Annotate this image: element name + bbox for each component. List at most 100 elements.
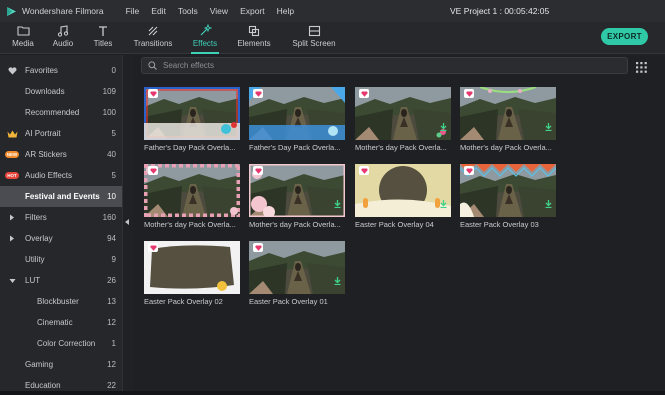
- menu-export[interactable]: Export: [240, 6, 265, 16]
- sidebar-collapse-handle[interactable]: [122, 55, 134, 395]
- sidebar-item-label: LUT: [25, 276, 41, 285]
- sidebar-item-label: Utility: [25, 255, 45, 264]
- expand-arrow-icon[interactable]: [5, 213, 19, 223]
- sidebar-item-ai-portrait[interactable]: AI Portrait 5: [0, 123, 122, 144]
- download-icon[interactable]: [334, 272, 341, 290]
- sidebar-item-label: Festival and Events: [25, 192, 100, 201]
- sidebar-item-downloads[interactable]: Downloads 109: [0, 81, 122, 102]
- effect-thumbnail[interactable]: Mother's day Pack Overla...: [355, 87, 451, 154]
- download-icon[interactable]: [440, 195, 447, 213]
- sidebar-item-count: 100: [102, 108, 116, 117]
- sparkle-wand-icon: [199, 24, 212, 37]
- sidebar-item-label: AI Portrait: [25, 129, 61, 138]
- sidebar-item-audio-effects[interactable]: HOT Audio Effects 5: [0, 165, 122, 186]
- premium-gem-icon: [253, 243, 263, 252]
- tab-transitions[interactable]: Transitions: [130, 24, 176, 52]
- effect-preview-image: [249, 87, 345, 140]
- sidebar-item-blockbuster[interactable]: Blockbuster 13: [0, 291, 122, 312]
- tab-elements[interactable]: Elements: [236, 24, 272, 52]
- effect-preview-image: [144, 241, 240, 294]
- sidebar-item-label: Cinematic: [37, 318, 73, 327]
- music-note-icon: [57, 24, 69, 37]
- effect-preview-image: [249, 241, 345, 294]
- expand-arrow-icon[interactable]: [5, 234, 19, 244]
- sidebar-item-overlay[interactable]: Overlay 94: [0, 228, 122, 249]
- search-box: [141, 57, 628, 74]
- tab-split-screen[interactable]: Split Screen: [290, 24, 338, 52]
- effect-preview-image: [460, 87, 556, 140]
- sidebar-item-count: 13: [107, 297, 116, 306]
- title-bar: Wondershare Filmora File Edit Tools View…: [0, 0, 665, 22]
- effect-preview-image: [355, 87, 451, 140]
- sidebar-item-count: 109: [102, 87, 116, 96]
- download-icon[interactable]: [334, 195, 341, 213]
- sidebar-item-cinematic[interactable]: Cinematic 12: [0, 312, 122, 333]
- folder-icon: [16, 24, 30, 37]
- effect-thumbnail[interactable]: Easter Pack Overlay 04: [355, 164, 451, 231]
- sidebar-item-label: Color Correction: [37, 339, 96, 348]
- tab-media[interactable]: Media: [8, 24, 38, 52]
- sidebar-item-gaming[interactable]: Gaming 12: [0, 354, 122, 375]
- sidebar-item-count: 9: [111, 255, 116, 264]
- hot-badge: HOT: [5, 172, 19, 179]
- sidebar-item-count: 1: [111, 339, 116, 348]
- sidebar-item-count: 12: [107, 318, 116, 327]
- menu-view[interactable]: View: [210, 6, 228, 16]
- effect-thumbnail[interactable]: Mother's day Pack Overla...: [249, 164, 345, 231]
- download-icon[interactable]: [545, 195, 552, 213]
- sidebar-item-favorites[interactable]: Favorites 0: [0, 60, 122, 81]
- effect-thumbnail[interactable]: Easter Pack Overlay 03: [460, 164, 556, 231]
- download-icon[interactable]: [545, 118, 552, 136]
- premium-gem-icon: [359, 166, 369, 175]
- menu-edit[interactable]: Edit: [151, 6, 166, 16]
- menu-file[interactable]: File: [126, 6, 140, 16]
- collapse-left-icon[interactable]: [125, 219, 129, 225]
- premium-gem-icon: [464, 89, 474, 98]
- search-input[interactable]: [163, 61, 603, 70]
- export-button[interactable]: EXPORT: [601, 28, 648, 45]
- tab-audio[interactable]: Audio: [49, 24, 77, 52]
- sidebar-item-utility[interactable]: Utility 9: [0, 249, 122, 270]
- sidebar-item-ar-stickers[interactable]: NEW AR Stickers 40: [0, 144, 122, 165]
- sidebar-item-label: Gaming: [25, 360, 54, 369]
- effect-thumbnail[interactable]: Mother's day Pack Overla...: [460, 87, 556, 154]
- sidebar-item-count: 40: [107, 150, 116, 159]
- sidebar-item-lut[interactable]: LUT 26: [0, 270, 122, 291]
- effect-thumbnail[interactable]: Easter Pack Overlay 01: [249, 241, 345, 308]
- tab-label: Titles: [93, 39, 113, 48]
- menu-help[interactable]: Help: [277, 6, 294, 16]
- effect-caption: Easter Pack Overlay 02: [144, 297, 223, 306]
- effect-thumbnail[interactable]: Father's Day Pack Overla...: [249, 87, 345, 154]
- sidebar-item-label: Favorites: [25, 66, 58, 75]
- grid-view-icon[interactable]: [636, 60, 647, 78]
- menu-tools[interactable]: Tools: [178, 6, 198, 16]
- tab-label: Transitions: [133, 39, 173, 48]
- premium-gem-icon: [148, 166, 158, 175]
- tab-titles[interactable]: Titles: [90, 24, 116, 52]
- crown-icon: [5, 129, 19, 139]
- sidebar-item-festival-and-events[interactable]: Festival and Events 10: [0, 186, 122, 207]
- sidebar-item-count: 22: [107, 381, 116, 390]
- premium-gem-icon: [148, 243, 158, 252]
- transition-icon: [147, 24, 159, 37]
- sidebar-item-label: Education: [25, 381, 61, 390]
- effect-thumbnail[interactable]: Father's Day Pack Overla...: [144, 87, 240, 154]
- text-t-icon: [97, 24, 109, 37]
- effect-preview-image: [249, 164, 345, 217]
- sidebar-item-label: Overlay: [25, 234, 53, 243]
- sidebar-item-recommended[interactable]: Recommended 100: [0, 102, 122, 123]
- collapse-arrow-icon[interactable]: [5, 276, 19, 286]
- sidebar-item-filters[interactable]: Filters 160: [0, 207, 122, 228]
- sidebar-item-count: 94: [107, 234, 116, 243]
- search-icon: [148, 61, 157, 70]
- effect-thumbnail[interactable]: Easter Pack Overlay 02: [144, 241, 240, 308]
- tab-label: Audio: [52, 39, 74, 48]
- effect-caption: Mother's day Pack Overla...: [249, 220, 341, 229]
- elements-icon: [248, 24, 260, 37]
- sidebar-item-count: 26: [107, 276, 116, 285]
- sidebar-item-color-correction[interactable]: Color Correction 1: [0, 333, 122, 354]
- effect-thumbnail[interactable]: Mother's day Pack Overla...: [144, 164, 240, 231]
- scrollbar[interactable]: [655, 77, 661, 387]
- download-icon[interactable]: [440, 118, 447, 136]
- tab-effects[interactable]: Effects: [189, 24, 221, 54]
